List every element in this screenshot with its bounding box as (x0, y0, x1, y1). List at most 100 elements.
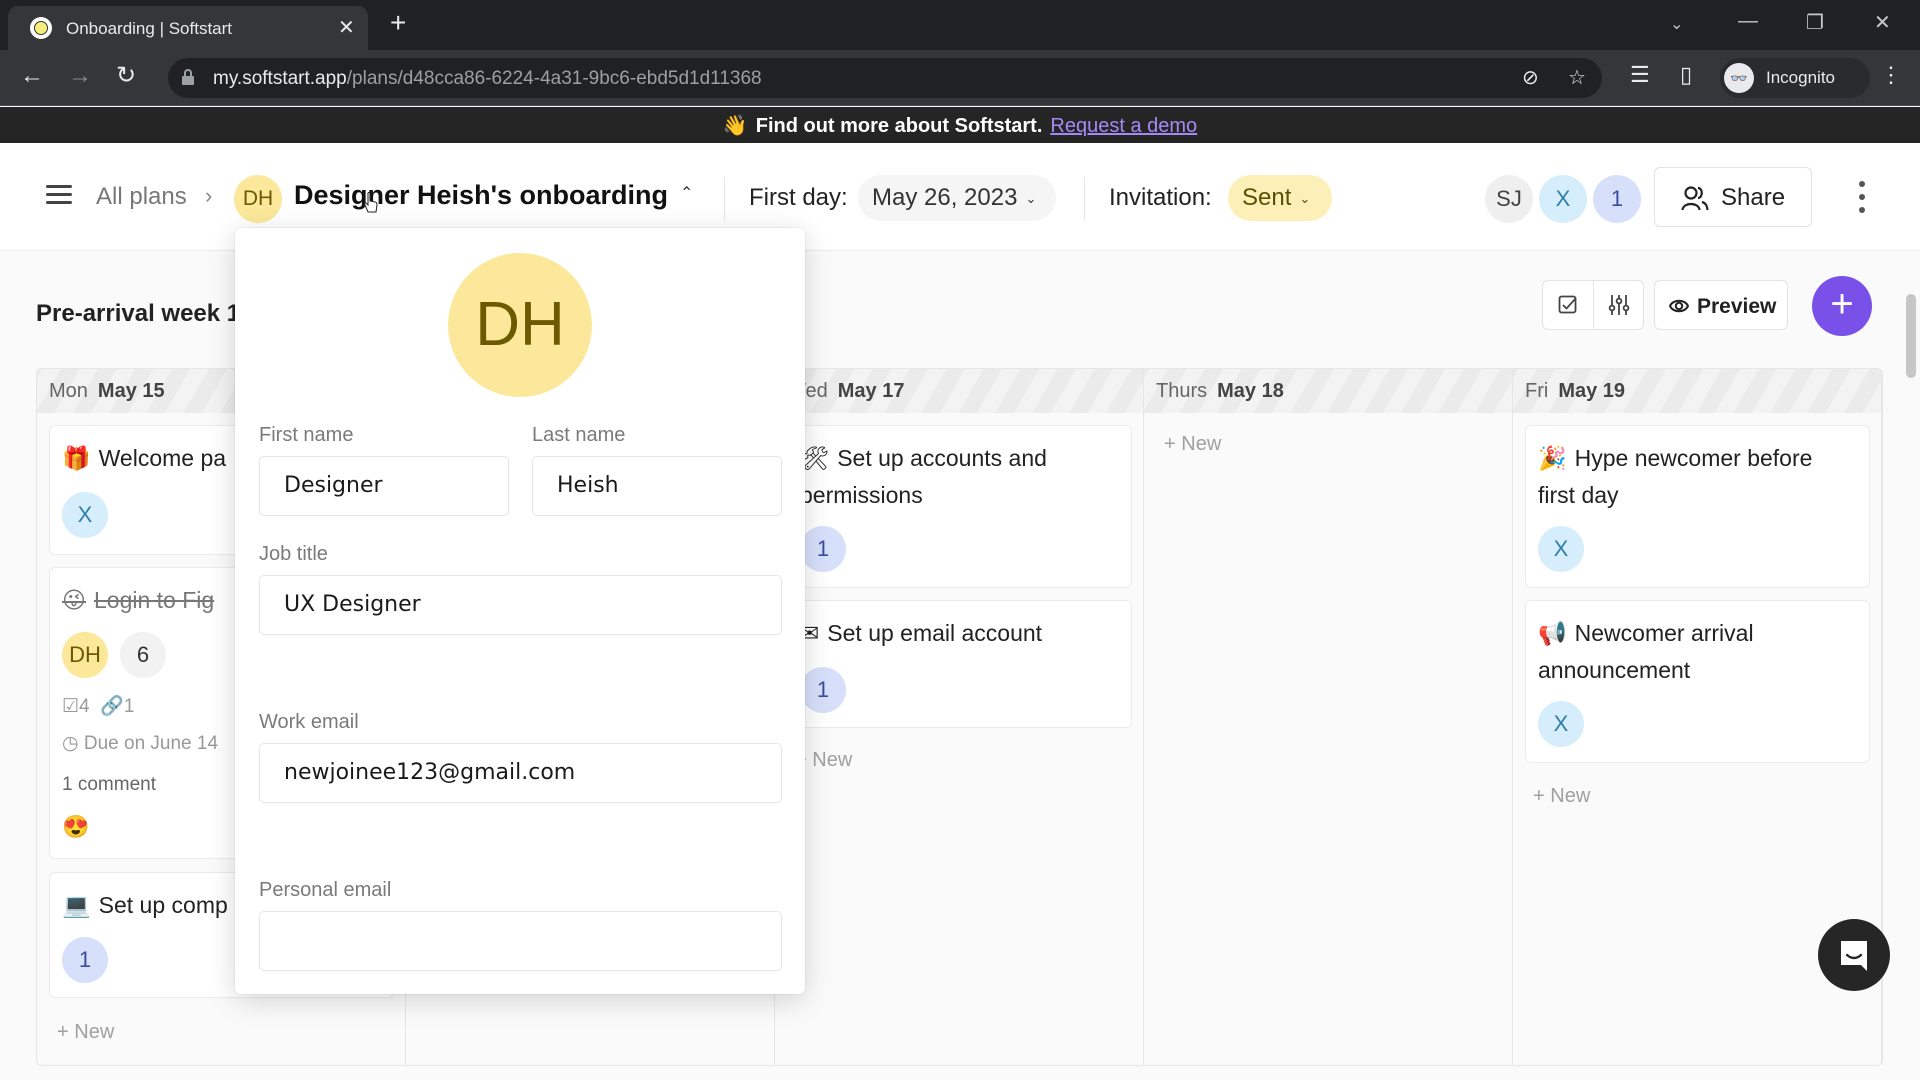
assignee-avatar[interactable]: 1 (800, 526, 846, 572)
close-window-icon[interactable]: ✕ (1874, 10, 1891, 35)
tab-search-icon[interactable]: ⌄ (1670, 14, 1683, 34)
preview-label: Preview (1697, 295, 1777, 318)
last-name-label: Last name (532, 424, 626, 446)
task-title: Set up comp (98, 892, 228, 918)
task-card[interactable]: 🛠 Set up accounts and permissions 1 (787, 425, 1132, 588)
plus-icon: + (1830, 282, 1854, 326)
menu-icon[interactable] (46, 185, 72, 205)
browser-tab[interactable]: Onboarding | Softstart ✕ (8, 6, 368, 50)
restore-window-icon[interactable]: ❐ (1806, 10, 1824, 35)
last-name-input[interactable]: Heish (532, 456, 782, 516)
assignee-avatar[interactable]: X (62, 492, 108, 538)
subtask-count: 6 (120, 632, 166, 678)
promo-banner: 👋 Find out more about Softstart. Request a… (0, 107, 1920, 143)
first-name-label: First name (259, 424, 354, 446)
day-header: Thurs May 18 (1144, 369, 1512, 413)
add-new-task-link[interactable]: + New (1533, 785, 1590, 808)
request-demo-link[interactable]: Request a demo (1050, 115, 1197, 137)
checklist-count: 4 (79, 696, 90, 717)
first-day-label: First day: (749, 184, 848, 211)
breadcrumb-all-plans[interactable]: All plans (96, 183, 187, 211)
link-icon: 🔗 (100, 696, 124, 717)
page-scrollbar[interactable] (1906, 294, 1916, 378)
new-tab-button[interactable]: + (390, 8, 406, 38)
bookmark-star-icon[interactable]: ☆ (1568, 65, 1586, 90)
heart-eyes-reaction-icon[interactable]: 😍 (62, 814, 89, 840)
address-bar[interactable]: my.softstart.app/plans/d48cca86-6224-4a3… (168, 58, 1602, 98)
day-name: Fri (1525, 380, 1549, 402)
tab-title: Onboarding | Softstart (66, 19, 233, 38)
job-title-label: Job title (259, 543, 328, 565)
newcomer-avatar[interactable]: DH (448, 253, 592, 397)
forward-icon[interactable]: → (68, 62, 92, 90)
preview-button[interactable]: Preview (1654, 280, 1788, 330)
newcomer-profile-popover: DH First name Designer Last name Heish J… (235, 228, 805, 994)
winking-tongue-face-icon: 😜 (62, 588, 86, 614)
eye-icon (1669, 299, 1689, 313)
share-button[interactable]: Share (1654, 167, 1812, 227)
chat-bubble-icon (1841, 941, 1867, 971)
assignee-avatar[interactable]: X (1538, 526, 1584, 572)
invitation-status-dropdown[interactable]: Sent ⌄ (1228, 175, 1332, 221)
personal-email-input[interactable] (259, 911, 782, 971)
task-title: Newcomer arrival announcement (1538, 620, 1754, 683)
member-avatar[interactable]: SJ (1485, 175, 1533, 223)
checklist-icon[interactable] (1558, 295, 1578, 315)
incognito-profile-button[interactable]: 👓 Incognito (1720, 58, 1870, 98)
media-control-icon[interactable]: ☰ (1630, 62, 1650, 88)
breadcrumb-chevron-icon: › (205, 183, 213, 208)
waving-hand-icon: 👋 (722, 113, 748, 137)
lock-icon (182, 69, 194, 85)
reload-icon[interactable]: ↻ (116, 62, 136, 90)
assignee-avatar[interactable]: 1 (62, 937, 108, 983)
browser-menu-icon[interactable]: ⋮ (1880, 62, 1902, 88)
softstart-favicon-icon (30, 17, 52, 39)
task-title: Set up email account (827, 620, 1043, 646)
people-icon (1681, 186, 1709, 211)
first-day-dropdown[interactable]: May 26, 2023 ⌄ (858, 175, 1056, 221)
day-date: May 15 (97, 380, 165, 402)
member-avatar[interactable]: X (1539, 175, 1587, 223)
task-card[interactable]: ✉ Set up email account 1 (787, 600, 1132, 728)
back-icon[interactable]: ← (20, 62, 44, 90)
checkbox-icon: ☑ (62, 696, 80, 717)
add-new-task-link[interactable]: + New (57, 1021, 114, 1044)
task-card[interactable]: 📢 Newcomer arrival announcement X (1525, 600, 1870, 763)
personal-email-label: Personal email (259, 879, 392, 901)
day-header: Fri May 19 (1513, 369, 1881, 413)
laptop-icon: 💻 (62, 893, 91, 919)
plan-title[interactable]: Designer Heish's onboarding (294, 180, 668, 211)
task-card[interactable]: 🎉 Hype newcomer before first day X (1525, 425, 1870, 588)
due-date: Due on June 14 (83, 733, 219, 754)
divider (1084, 177, 1085, 221)
add-new-task-link[interactable]: + New (1164, 433, 1221, 456)
chevron-down-icon: ⌄ (1025, 190, 1037, 206)
profile-label: Incognito (1766, 68, 1835, 87)
work-email-input[interactable]: newjoinee123@gmail.com (259, 743, 782, 803)
hand-cursor-icon (364, 192, 378, 213)
assignee-avatar[interactable]: 1 (800, 667, 846, 713)
filter-sliders-icon[interactable] (1608, 294, 1630, 316)
assignee-avatar[interactable]: X (1538, 701, 1584, 747)
tracking-protection-icon[interactable]: ⊘ (1522, 65, 1539, 90)
task-title: Login to Fig (93, 587, 215, 613)
plan-avatar[interactable]: DH (234, 175, 282, 223)
support-chat-button[interactable] (1818, 919, 1890, 991)
more-options-icon[interactable] (1856, 177, 1866, 217)
task-title: Set up accounts and permissions (800, 445, 1047, 508)
week-title: Pre-arrival week 1 (36, 300, 241, 327)
megaphone-icon: 📢 (1538, 621, 1567, 647)
first-name-input[interactable]: Designer (259, 456, 509, 516)
side-panel-icon[interactable]: ▯ (1680, 62, 1692, 88)
member-avatar[interactable]: 1 (1593, 175, 1641, 223)
minimize-window-icon[interactable]: — (1738, 10, 1758, 33)
close-tab-icon[interactable]: ✕ (338, 15, 355, 40)
comment-count[interactable]: 1 comment (62, 774, 156, 796)
divider (1593, 281, 1594, 329)
add-task-button[interactable]: + (1812, 276, 1872, 336)
chevron-up-icon[interactable]: ⌃ (680, 183, 693, 203)
banner-text: Find out more about Softstart. (755, 115, 1043, 137)
day-header: Wed May 17 (775, 369, 1143, 413)
job-title-input[interactable]: UX Designer (259, 575, 782, 635)
assignee-avatar[interactable]: DH (62, 632, 108, 678)
